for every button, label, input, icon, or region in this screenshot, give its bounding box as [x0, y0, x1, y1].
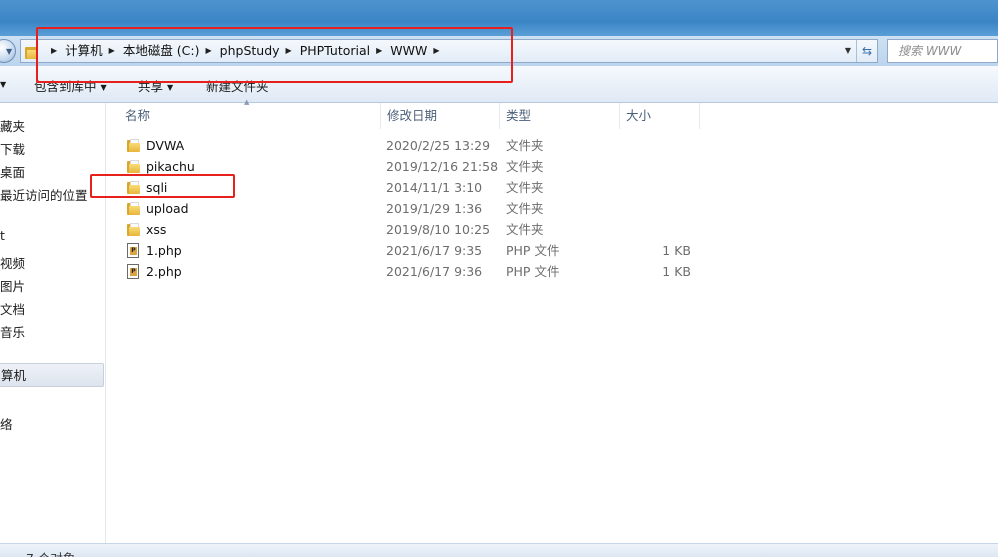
file-name: 1.php — [146, 243, 182, 258]
file-row[interactable]: DVWA 2020/2/25 13:29 文件夹 — [107, 135, 998, 156]
file-type: PHP 文件 — [506, 243, 560, 258]
file-type: 文件夹 — [506, 138, 544, 153]
file-type: 文件夹 — [506, 201, 544, 216]
window-titlebar — [0, 0, 998, 36]
search-input[interactable]: 搜索 WWW — [887, 39, 998, 63]
file-date: 2021/6/17 9:35 — [386, 243, 483, 258]
chevron-right-icon[interactable]: ▶ — [286, 40, 292, 62]
command-toolbar: ▼ 包含到库中 ▼ 共享 ▼ 新建文件夹 — [0, 66, 998, 103]
file-date: 2019/1/29 1:36 — [386, 201, 483, 216]
refresh-icon[interactable]: ⇆ — [856, 40, 877, 62]
folder-icon — [127, 180, 141, 195]
folder-icon — [127, 138, 141, 153]
nav-music[interactable]: 音乐 — [0, 322, 25, 341]
file-size: 1 KB — [662, 243, 691, 258]
file-type: 文件夹 — [506, 222, 544, 237]
breadcrumb-phptutorial[interactable]: PHPTutorial — [300, 40, 370, 62]
file-name: pikachu — [146, 159, 195, 174]
file-name: 2.php — [146, 264, 182, 279]
file-name: upload — [146, 201, 189, 216]
file-row[interactable]: P 2.php 2021/6/17 9:36 PHP 文件 1 KB — [107, 261, 998, 282]
nav-documents[interactable]: 文档 — [0, 299, 25, 318]
php-file-icon: P — [127, 264, 141, 279]
file-row[interactable]: P 1.php 2021/6/17 9:35 PHP 文件 1 KB — [107, 240, 998, 261]
column-header-size[interactable]: 大小 — [620, 103, 700, 129]
include-in-library-label: 包含到库中 — [34, 79, 97, 94]
address-bar[interactable]: ▶ 计算机 ▶ 本地磁盘 (C:) ▶ phpStudy ▶ PHPTutori… — [20, 39, 878, 63]
status-bar: 7 个对象 — [0, 543, 998, 557]
chevron-right-icon[interactable]: ▶ — [51, 40, 57, 62]
file-row[interactable]: upload 2019/1/29 1:36 文件夹 — [107, 198, 998, 219]
file-date: 2020/2/25 13:29 — [386, 138, 491, 153]
nav-computer[interactable]: 算机 — [0, 363, 104, 387]
file-row[interactable]: xss 2019/8/10 10:25 文件夹 — [107, 219, 998, 240]
folder-icon — [127, 201, 141, 216]
nav-recent-places[interactable]: 最近访问的位置 — [0, 185, 88, 204]
file-row[interactable]: pikachu 2019/12/16 21:58 文件夹 — [107, 156, 998, 177]
breadcrumb-computer[interactable]: 计算机 — [65, 40, 103, 62]
address-row: ▼ ▶ 计算机 ▶ 本地磁盘 (C:) ▶ phpStudy ▶ PHPTuto… — [0, 36, 998, 66]
file-type: PHP 文件 — [506, 264, 560, 279]
php-file-icon: P — [127, 243, 141, 258]
chevron-down-icon: ▼ — [100, 83, 107, 92]
nav-desktop[interactable]: 桌面 — [0, 162, 25, 181]
file-date: 2021/6/17 9:36 — [386, 264, 483, 279]
breadcrumb-phpstudy[interactable]: phpStudy — [220, 40, 280, 62]
item-count: 7 个对象 — [26, 548, 75, 557]
chevron-right-icon[interactable]: ▶ — [109, 40, 115, 62]
folder-icon — [127, 159, 141, 174]
new-folder-button[interactable]: 新建文件夹 — [206, 76, 269, 95]
nav-libraries[interactable]: t — [0, 228, 5, 243]
nav-videos[interactable]: 视频 — [0, 253, 25, 272]
nav-favorites[interactable]: 藏夹 — [0, 116, 25, 135]
navigation-pane: 藏夹 下载 桌面 最近访问的位置 t 视频 图片 文档 音乐 算机 络 — [0, 103, 106, 543]
include-in-library-button[interactable]: 包含到库中 ▼ — [34, 76, 107, 95]
history-dropdown-icon[interactable]: ▼ — [6, 47, 16, 57]
file-list: 名称 修改日期 类型 大小 DVWA 2020/2/25 13:29 文件夹 p… — [107, 103, 998, 543]
column-header-date[interactable]: 修改日期 — [381, 103, 500, 129]
column-header-type[interactable]: 类型 — [500, 103, 620, 129]
address-dropdown-icon[interactable]: ▼ — [841, 40, 855, 62]
file-date: 2014/11/1 3:10 — [386, 180, 483, 195]
chevron-right-icon[interactable]: ▶ — [376, 40, 382, 62]
share-button[interactable]: 共享 ▼ — [138, 76, 173, 95]
chevron-right-icon[interactable]: ▶ — [433, 40, 439, 62]
column-header-name[interactable]: 名称 — [119, 103, 381, 129]
toolbar-organize-arrow[interactable]: ▼ — [0, 76, 6, 91]
share-label: 共享 — [138, 79, 164, 94]
file-type: 文件夹 — [506, 159, 544, 174]
chevron-right-icon[interactable]: ▶ — [206, 40, 212, 62]
breadcrumb-www[interactable]: WWW — [390, 40, 427, 62]
folder-icon — [25, 45, 39, 59]
file-name: DVWA — [146, 138, 185, 153]
nav-pictures[interactable]: 图片 — [0, 276, 25, 295]
nav-downloads[interactable]: 下载 — [0, 139, 25, 158]
file-type: 文件夹 — [506, 180, 544, 195]
file-row[interactable]: sqli 2014/11/1 3:10 文件夹 — [107, 177, 998, 198]
folder-icon — [127, 222, 141, 237]
file-name: sqli — [146, 180, 168, 195]
file-date: 2019/8/10 10:25 — [386, 222, 491, 237]
file-size: 1 KB — [662, 264, 691, 279]
chevron-down-icon: ▼ — [167, 83, 174, 92]
breadcrumb-local-disk[interactable]: 本地磁盘 (C:) — [123, 40, 200, 62]
file-name: xss — [146, 222, 167, 237]
file-date: 2019/12/16 21:58 — [386, 159, 499, 174]
nav-network[interactable]: 络 — [0, 414, 13, 433]
